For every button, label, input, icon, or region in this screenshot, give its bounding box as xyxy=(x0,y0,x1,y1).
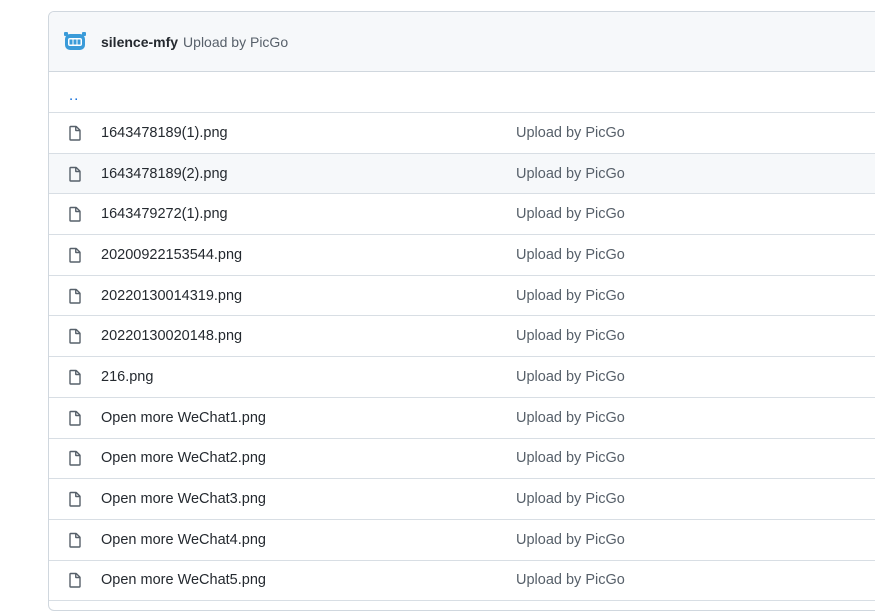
file-icon xyxy=(67,572,83,589)
file-commit-message-link[interactable]: Upload by PicGo xyxy=(516,450,625,466)
file-icon xyxy=(67,369,83,385)
file-name-link[interactable]: Open more WeChat1.png xyxy=(101,410,266,426)
file-commit-message-link[interactable]: Upload by PicGo xyxy=(516,369,625,385)
file-row[interactable]: Open more WeChat5.png Upload by PicGo xyxy=(49,561,875,602)
file-name-link[interactable]: 1643478189(1).png xyxy=(101,125,228,141)
file-icon xyxy=(67,532,83,548)
file-commit-message-link[interactable]: Upload by PicGo xyxy=(516,328,625,344)
file-icon xyxy=(67,247,83,263)
file-row[interactable]: Open more WeChat4.png Upload by PicGo xyxy=(49,520,875,561)
file-commit-message-link[interactable]: Upload by PicGo xyxy=(516,410,625,426)
file-row[interactable]: 20220130014319.png Upload by PicGo xyxy=(49,276,875,317)
file-name-link[interactable]: Open more WeChat5.png xyxy=(101,572,266,588)
file-icon xyxy=(67,328,83,344)
file-commit-message-link[interactable]: Upload by PicGo xyxy=(516,288,625,304)
file-icon xyxy=(67,288,83,304)
file-icon xyxy=(67,450,83,467)
file-commit-message-link[interactable]: Upload by PicGo xyxy=(516,247,625,263)
file-row[interactable]: Open more WeChat2.png Upload by PicGo xyxy=(49,439,875,480)
file-name-link[interactable]: 1643479272(1).png xyxy=(101,206,228,222)
file-icon xyxy=(67,166,83,182)
file-row[interactable]: Open more WeChat1.png Upload by PicGo xyxy=(49,398,875,439)
file-row[interactable]: 20200922153544.png Upload by PicGo xyxy=(49,235,875,276)
file-row[interactable]: 216.png Upload by PicGo xyxy=(49,357,875,398)
file-name-link[interactable]: 20220130020148.png xyxy=(101,328,242,344)
file-commit-message-link[interactable]: Upload by PicGo xyxy=(516,532,625,548)
file-name-link[interactable]: 1643478189(2).png xyxy=(101,166,228,182)
parent-directory-link[interactable]: .. xyxy=(69,87,79,104)
file-name-link[interactable]: 20200922153544.png xyxy=(101,247,242,263)
file-row[interactable]: 20220130020148.png Upload by PicGo xyxy=(49,316,875,358)
file-name-link[interactable]: Open more WeChat4.png xyxy=(101,532,266,548)
file-browser: silence-mfy Upload by PicGo .. 164347818… xyxy=(48,11,875,611)
file-commit-message-link[interactable]: Upload by PicGo xyxy=(516,491,625,507)
file-commit-message-link[interactable]: Upload by PicGo xyxy=(516,125,625,141)
commit-message-link[interactable]: Upload by PicGo xyxy=(183,34,288,50)
file-row[interactable]: 1643478189(1).png Upload by PicGo xyxy=(49,113,875,154)
file-commit-message-link[interactable]: Upload by PicGo xyxy=(516,166,625,182)
file-name-link[interactable]: 20220130014319.png xyxy=(101,288,242,304)
file-list: 1643478189(1).png Upload by PicGo 164347… xyxy=(49,113,875,602)
file-row[interactable]: 1643479272(1).png Upload by PicGo xyxy=(49,194,875,236)
file-commit-message-link[interactable]: Upload by PicGo xyxy=(516,572,625,588)
file-name-link[interactable]: Open more WeChat2.png xyxy=(101,450,266,466)
file-row[interactable]: Open more WeChat3.png Upload by PicGo xyxy=(49,479,875,520)
commit-author-link[interactable]: silence-mfy xyxy=(101,34,178,50)
file-icon xyxy=(67,491,83,507)
file-icon xyxy=(67,206,83,222)
picgo-avatar-icon[interactable] xyxy=(63,30,87,54)
latest-commit-header: silence-mfy Upload by PicGo xyxy=(49,12,875,72)
file-name-link[interactable]: Open more WeChat3.png xyxy=(101,491,266,507)
file-commit-message-link[interactable]: Upload by PicGo xyxy=(516,206,625,222)
file-icon xyxy=(67,410,83,426)
parent-directory-row[interactable]: .. xyxy=(49,72,875,113)
file-name-link[interactable]: 216.png xyxy=(101,369,153,385)
file-row[interactable]: 1643478189(2).png Upload by PicGo xyxy=(49,153,875,195)
file-icon xyxy=(67,125,83,141)
